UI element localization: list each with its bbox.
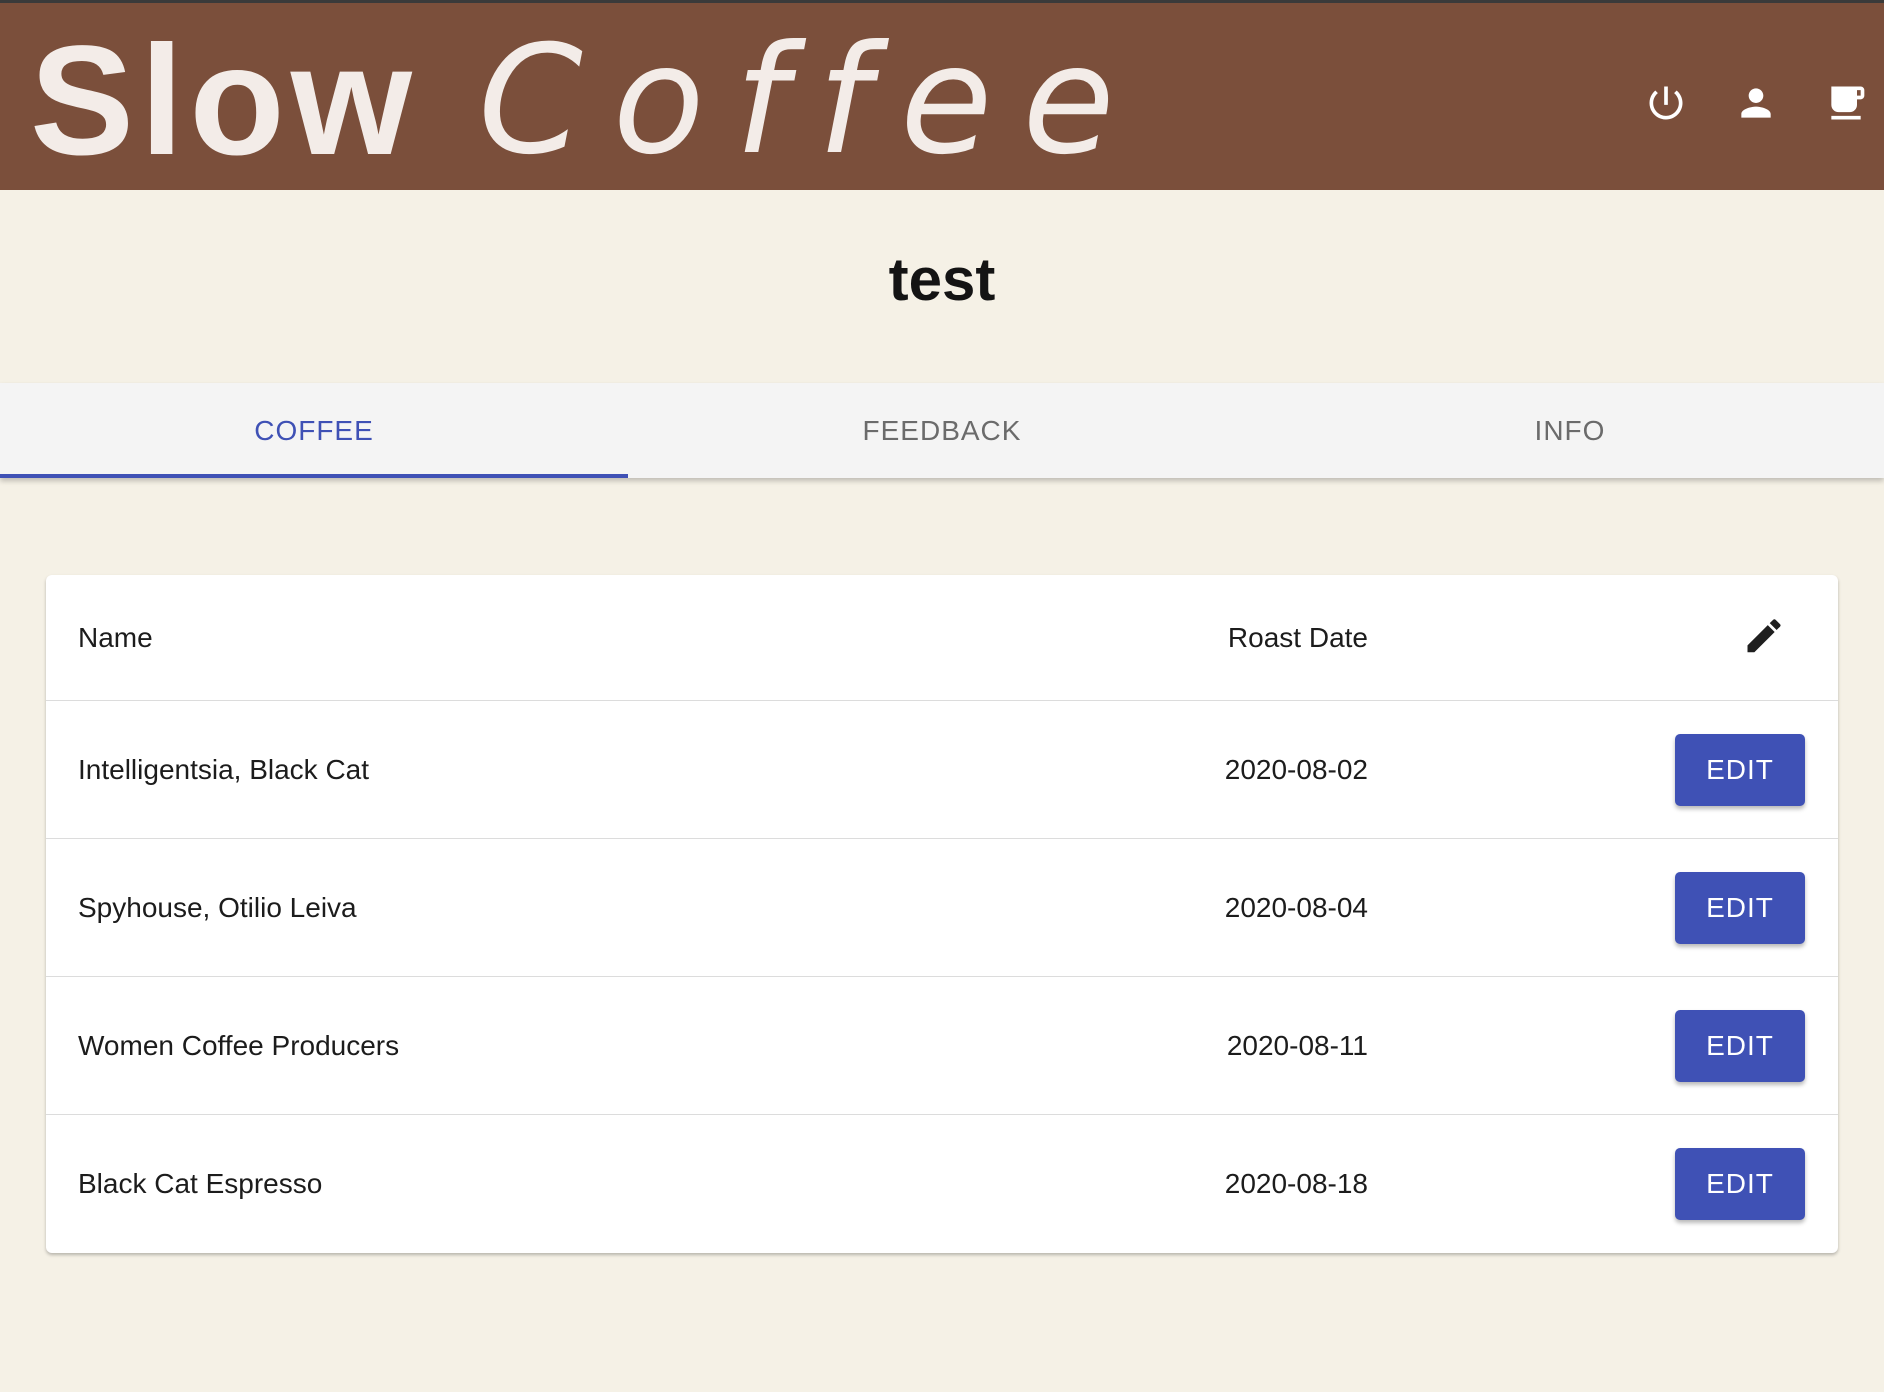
edit-button[interactable]: EDIT [1675, 733, 1805, 806]
edit-button[interactable]: EDIT [1675, 871, 1805, 944]
table-header-row: Name Roast Date [46, 575, 1838, 701]
header-actions [1644, 81, 1868, 125]
pencil-icon[interactable] [1742, 613, 1786, 657]
brand-word-coffee: Coffee [478, 14, 1145, 188]
column-header-roast-date[interactable]: Roast Date [1228, 622, 1368, 654]
roast-date: 2020-08-11 [1226, 1029, 1368, 1061]
power-icon[interactable] [1644, 81, 1688, 125]
coffee-name: Black Cat Espresso [78, 1168, 323, 1199]
roast-date: 2020-08-04 [1224, 891, 1368, 923]
roast-date: 2020-08-02 [1224, 753, 1368, 785]
roast-date: 2020-08-18 [1224, 1168, 1368, 1199]
page-title: test [888, 246, 996, 313]
coffee-cup-icon[interactable] [1824, 81, 1868, 125]
coffee-name: Intelligentsia, Black Cat [78, 753, 370, 785]
brand-logo[interactable]: Slow Coffee [30, 14, 1145, 188]
edit-button[interactable]: EDIT [1675, 1148, 1805, 1220]
edit-button[interactable]: EDIT [1675, 1009, 1805, 1082]
table-row: Women Coffee Producers 2020-08-11 EDIT [46, 977, 1838, 1115]
table-row: Intelligentsia, Black Cat 2020-08-02 EDI… [46, 701, 1838, 839]
person-icon[interactable] [1734, 81, 1778, 125]
column-header-name[interactable]: Name [78, 622, 153, 654]
tab-coffee[interactable]: COFFEE [0, 383, 628, 478]
tab-feedback[interactable]: FEEDBACK [628, 383, 1256, 478]
table-row: Black Cat Espresso 2020-08-18 EDIT [46, 1115, 1838, 1253]
brand-word-slow: Slow [30, 14, 419, 188]
tab-bar: COFFEE FEEDBACK INFO [0, 383, 1884, 478]
table-row: Spyhouse, Otilio Leiva 2020-08-04 EDIT [46, 839, 1838, 977]
coffee-name: Women Coffee Producers [78, 1029, 400, 1061]
coffee-table: Name Roast Date Intelligentsia, Black Ca… [46, 575, 1838, 1253]
coffee-name: Spyhouse, Otilio Leiva [78, 891, 357, 923]
tab-info[interactable]: INFO [1256, 383, 1884, 478]
app-header: Slow Coffee [0, 0, 1884, 190]
